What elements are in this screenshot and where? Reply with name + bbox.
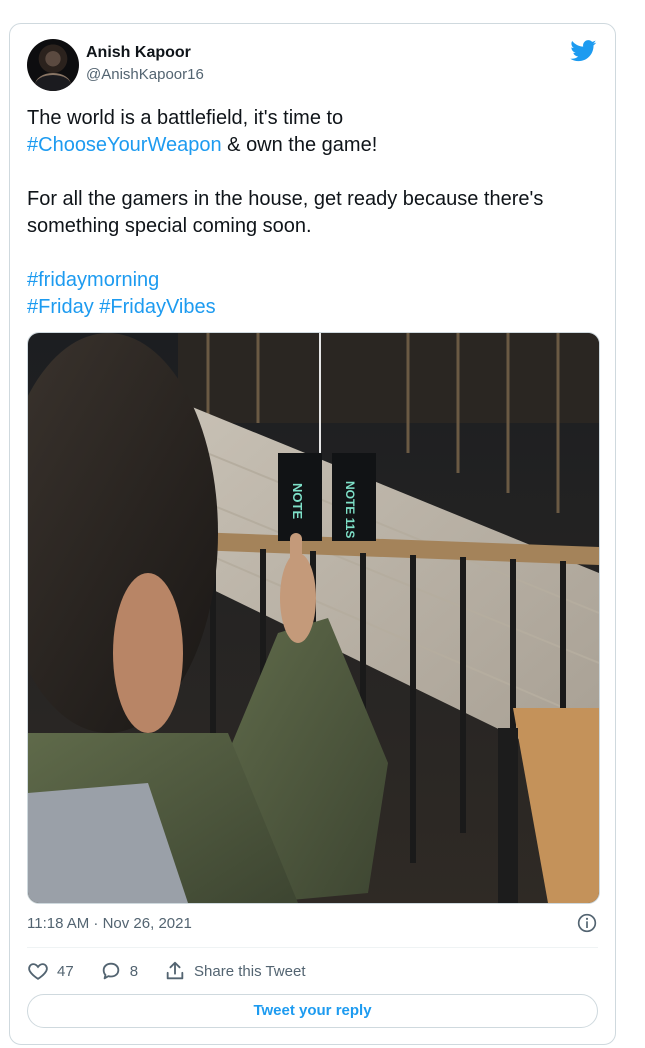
tweet-actions: 47 8 Share this Tweet bbox=[27, 959, 331, 983]
box-label-right: NOTE 11S bbox=[343, 481, 357, 538]
author-name[interactable]: Anish Kapoor bbox=[86, 44, 191, 62]
tweet-timestamp[interactable]: 11:18 AM · Nov 26, 2021 bbox=[27, 915, 192, 933]
photo-scene: NOTE NOTE 11S bbox=[28, 333, 599, 903]
twitter-bird-icon[interactable] bbox=[570, 40, 597, 62]
info-icon[interactable] bbox=[577, 913, 597, 933]
tweet-text: The world is a battlefield, it's time to… bbox=[27, 105, 602, 321]
divider bbox=[27, 947, 598, 948]
share-button[interactable]: Share this Tweet bbox=[164, 960, 305, 982]
hashtag-chooseyourweapon[interactable]: #ChooseYourWeapon bbox=[27, 134, 222, 156]
like-count: 47 bbox=[57, 962, 74, 980]
tweet-paragraph-2-line-2: something special coming soon. bbox=[27, 215, 312, 237]
tweet-photo[interactable]: NOTE NOTE 11S bbox=[27, 332, 600, 904]
tweet-line-2: #ChooseYourWeapon & own the game! bbox=[27, 132, 602, 159]
hashtag-friday[interactable]: #Friday bbox=[27, 296, 94, 318]
like-button[interactable]: 47 bbox=[27, 960, 74, 982]
avatar-figure bbox=[35, 73, 71, 91]
hashtag-fridaymorning[interactable]: #fridaymorning bbox=[27, 269, 159, 291]
author-avatar[interactable] bbox=[27, 39, 79, 91]
reply-count-button[interactable]: 8 bbox=[100, 960, 138, 982]
tweet-paragraph-2-line-1: For all the gamers in the house, get rea… bbox=[27, 188, 544, 210]
hashtag-fridayvibes[interactable]: #FridayVibes bbox=[99, 296, 215, 318]
author-handle[interactable]: @AnishKapoor16 bbox=[86, 66, 204, 84]
share-label: Share this Tweet bbox=[194, 962, 306, 980]
heart-icon bbox=[28, 963, 48, 980]
tweet-line-2-rest: & own the game! bbox=[221, 134, 378, 156]
share-upload-icon bbox=[166, 961, 184, 980]
reply-bubble-icon bbox=[102, 962, 119, 980]
box-label-left: NOTE bbox=[290, 483, 305, 519]
tweet-line-1: The world is a battlefield, it's time to bbox=[27, 107, 344, 129]
reply-count: 8 bbox=[129, 962, 139, 980]
tweet-card: Anish Kapoor @AnishKapoor16 The world is… bbox=[9, 23, 616, 1045]
tweet-your-reply-button[interactable]: Tweet your reply bbox=[27, 994, 598, 1028]
